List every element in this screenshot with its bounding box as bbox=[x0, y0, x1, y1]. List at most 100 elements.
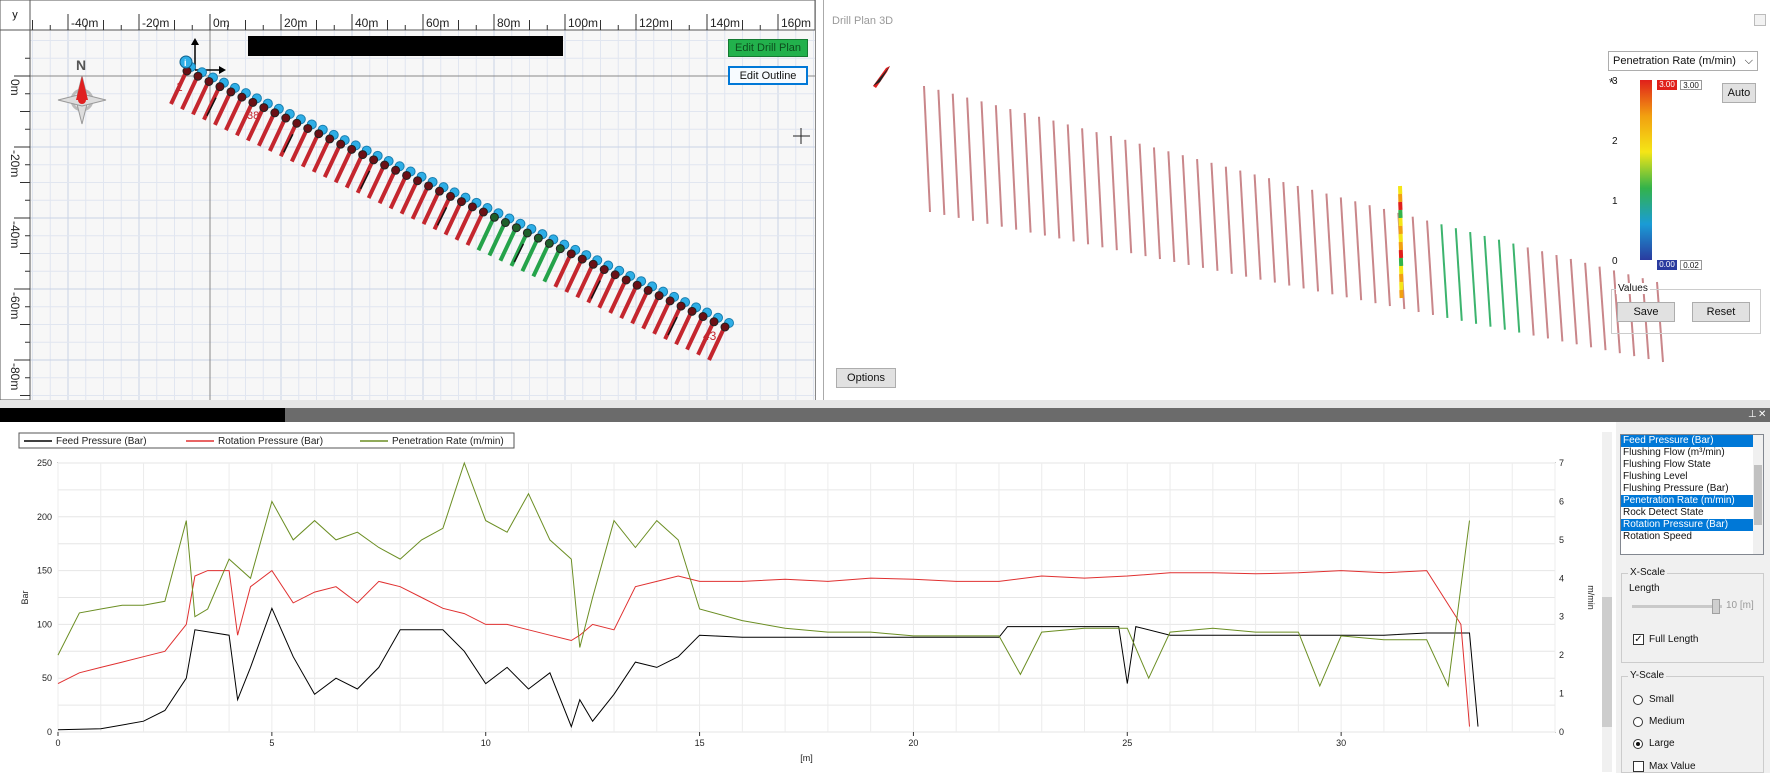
scrollbar-thumb[interactable] bbox=[1602, 597, 1612, 727]
length-slider-track[interactable] bbox=[1632, 605, 1722, 608]
parameter-list-scrollbar[interactable] bbox=[1753, 435, 1763, 554]
drill-hole-marker[interactable] bbox=[698, 312, 708, 322]
drill-hole-marker[interactable] bbox=[380, 160, 390, 170]
3d-drill-hole bbox=[1311, 189, 1320, 292]
plan-view-panel[interactable]: -40m-20m0m20m40m60m80m100m120m140m160m18… bbox=[0, 0, 816, 400]
drill-log-chart[interactable]: 0 50 100 150 200 250 0 1 2 3 4 5 6 7 0 5 10 15 20 25 30 [m] Ba… bbox=[0, 422, 1600, 773]
scale-min-input[interactable]: 0.02 bbox=[1680, 260, 1702, 270]
drill-hole-marker[interactable] bbox=[402, 170, 412, 180]
scale-tick: 0 bbox=[1612, 256, 1618, 267]
xscale-group-title: X-Scale bbox=[1628, 567, 1668, 578]
drill-hole-marker[interactable] bbox=[215, 82, 225, 92]
y-right-tick-label: 2 bbox=[1559, 650, 1564, 660]
drill-hole-marker[interactable] bbox=[533, 233, 543, 243]
drill-hole-marker[interactable] bbox=[566, 249, 576, 259]
drill-hole-marker[interactable] bbox=[456, 197, 466, 207]
parameter-list-item[interactable]: Feed Pressure (Bar) bbox=[1621, 435, 1763, 447]
close-icon[interactable]: ✕ bbox=[1758, 408, 1766, 422]
drill-hole-marker[interactable] bbox=[413, 176, 423, 186]
drill-hole-marker[interactable] bbox=[555, 244, 565, 254]
parameter-select[interactable]: Penetration Rate (m/min) ⌵ bbox=[1608, 51, 1758, 71]
drill-hole-marker[interactable] bbox=[424, 181, 434, 191]
3d-drill-hole bbox=[1454, 228, 1463, 321]
plan-canvas[interactable]: -40m-20m0m20m40m60m80m100m120m140m160m18… bbox=[0, 0, 815, 400]
drill-hole-marker[interactable] bbox=[599, 265, 609, 275]
auto-button[interactable]: Auto bbox=[1722, 83, 1756, 103]
max-value-checkbox[interactable] bbox=[1633, 761, 1644, 772]
drill-hole-marker[interactable] bbox=[446, 191, 456, 201]
parameter-list-item[interactable]: Rotation Speed bbox=[1621, 531, 1763, 543]
drill-hole-marker[interactable] bbox=[511, 223, 521, 233]
3d-drill-hole bbox=[1037, 116, 1046, 236]
parameter-list-item[interactable]: Flushing Flow State bbox=[1621, 459, 1763, 471]
drill-hole-marker[interactable] bbox=[193, 71, 203, 81]
drill-hole-marker[interactable] bbox=[610, 270, 620, 280]
parameter-list-item[interactable]: Flushing Level bbox=[1621, 471, 1763, 483]
drill-hole-marker[interactable] bbox=[709, 317, 719, 327]
reset-button[interactable]: Reset bbox=[1692, 302, 1750, 322]
drill-hole-marker[interactable] bbox=[303, 123, 313, 133]
drill-hole-marker[interactable] bbox=[676, 301, 686, 311]
drill-hole-marker[interactable] bbox=[522, 228, 532, 238]
length-slider-thumb[interactable] bbox=[1712, 599, 1720, 614]
edit-outline-button[interactable]: Edit Outline bbox=[728, 66, 808, 85]
parameter-list-item[interactable]: Rock Detect State bbox=[1621, 507, 1763, 519]
pin-icon[interactable]: ⊥ bbox=[1748, 408, 1757, 422]
scale-max-input[interactable]: 3.00 bbox=[1680, 80, 1702, 90]
parameter-list-scroll-thumb[interactable] bbox=[1754, 465, 1762, 525]
drill-hole-marker[interactable] bbox=[336, 139, 346, 149]
drill-hole-marker[interactable] bbox=[435, 186, 445, 196]
drill-hole-marker[interactable] bbox=[369, 155, 379, 165]
yscale-medium-radio[interactable] bbox=[1633, 717, 1643, 727]
save-button[interactable]: Save bbox=[1617, 302, 1675, 322]
drill-hole-marker[interactable] bbox=[621, 275, 631, 285]
drill-hole-marker[interactable] bbox=[588, 259, 598, 269]
drill-hole-marker[interactable] bbox=[720, 322, 730, 332]
drill-hole-marker[interactable] bbox=[544, 238, 554, 248]
drill-hole-marker[interactable] bbox=[632, 280, 642, 290]
drill-hole-marker[interactable] bbox=[478, 207, 488, 217]
ruler-x-label: 40m bbox=[355, 16, 378, 30]
drill-hole-marker[interactable] bbox=[270, 108, 280, 118]
vertical-scrollbar[interactable] bbox=[1602, 432, 1612, 772]
drill-hole-marker[interactable] bbox=[643, 285, 653, 295]
drill-hole-marker[interactable] bbox=[248, 97, 258, 107]
info-badge-label: i bbox=[184, 58, 187, 68]
drill-hole-marker[interactable] bbox=[204, 76, 214, 86]
drill-plan-3d-panel[interactable]: Drill Plan 3D * Penetration Rate (m/min)… bbox=[823, 0, 1770, 400]
parameter-list-item[interactable]: Penetration Rate (m/min) bbox=[1621, 495, 1763, 507]
drill-hole-marker[interactable] bbox=[259, 103, 269, 113]
parameter-list-item[interactable]: Flushing Flow (m³/min) bbox=[1621, 447, 1763, 459]
drill-hole-marker[interactable] bbox=[654, 291, 664, 301]
3d-drill-hole bbox=[980, 101, 989, 224]
slider-value: 10 [m] bbox=[1726, 600, 1754, 611]
3d-drill-hole bbox=[1124, 139, 1133, 254]
drill-hole-marker[interactable] bbox=[687, 306, 697, 316]
drill-hole-marker[interactable] bbox=[292, 118, 302, 128]
drill-hole-marker[interactable] bbox=[577, 254, 587, 264]
drill-hole-marker[interactable] bbox=[314, 129, 324, 139]
drill-hole-marker[interactable] bbox=[489, 212, 499, 222]
3d-drill-hole bbox=[1512, 243, 1521, 333]
edit-drill-plan-button[interactable]: Edit Drill Plan bbox=[728, 39, 808, 57]
ruler-y-label: -20m bbox=[8, 150, 22, 177]
options-button[interactable]: Options bbox=[836, 368, 896, 388]
drill-log-panel[interactable]: 0 50 100 150 200 250 0 1 2 3 4 5 6 7 0 5 10 15 20 25 30 [m] Ba… bbox=[0, 422, 1770, 773]
yscale-small-radio[interactable] bbox=[1633, 695, 1643, 705]
drill-hole-marker[interactable] bbox=[237, 92, 247, 102]
drill-hole-marker[interactable] bbox=[467, 202, 477, 212]
drill-hole-marker[interactable] bbox=[325, 134, 335, 144]
parameter-list-item[interactable]: Rotation Pressure (Bar) bbox=[1621, 519, 1763, 531]
drill-hole-marker[interactable] bbox=[226, 87, 236, 97]
drill-hole-marker[interactable] bbox=[500, 218, 510, 228]
panel-splitter[interactable] bbox=[0, 400, 1770, 408]
drill-hole-marker[interactable] bbox=[391, 165, 401, 175]
parameter-list-item[interactable]: Flushing Pressure (Bar) bbox=[1621, 483, 1763, 495]
yscale-large-radio[interactable] bbox=[1633, 739, 1643, 749]
parameter-list[interactable]: Feed Pressure (Bar) Flushing Flow (m³/min… bbox=[1620, 434, 1764, 555]
drill-hole-marker[interactable] bbox=[281, 113, 291, 123]
full-length-checkbox[interactable]: ✓ bbox=[1633, 634, 1644, 645]
drill-hole-marker[interactable] bbox=[347, 144, 357, 154]
drill-hole-marker[interactable] bbox=[358, 150, 368, 160]
drill-hole-marker[interactable] bbox=[665, 296, 675, 306]
